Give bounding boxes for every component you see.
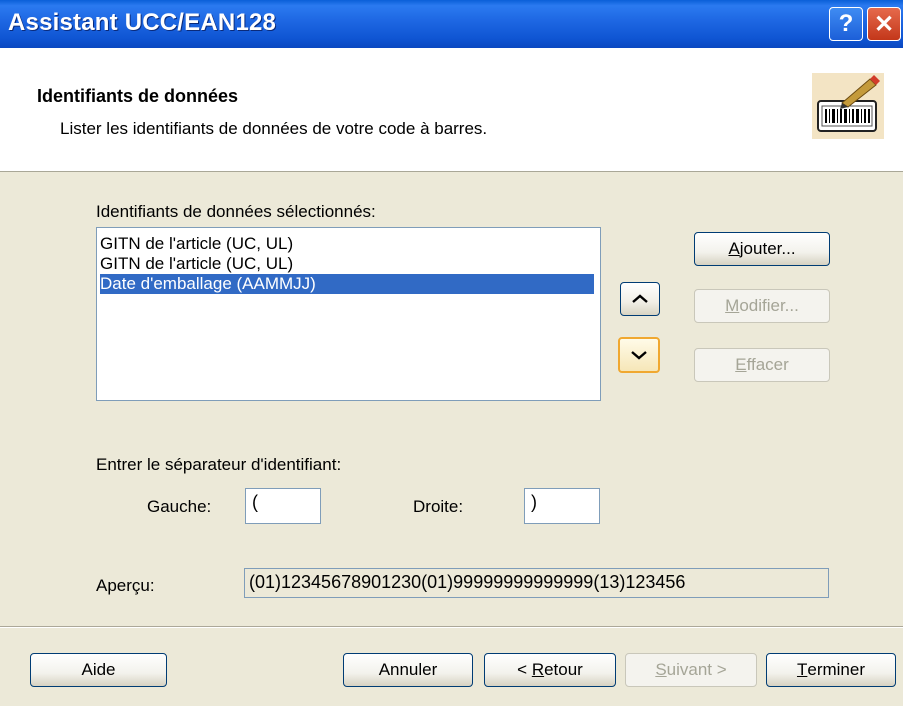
delete-label: ffacer bbox=[746, 355, 789, 374]
help-label: Aide bbox=[81, 660, 116, 679]
left-separator-input[interactable]: ( bbox=[245, 488, 321, 524]
add-label: jouter... bbox=[739, 239, 796, 258]
chevron-down-icon bbox=[631, 351, 647, 360]
separator-label: Entrer le séparateur d'identifiant: bbox=[96, 455, 342, 474]
wizard-header: Identifiants de données Lister les ident… bbox=[0, 48, 903, 172]
footer-divider bbox=[0, 626, 903, 628]
help-button[interactable]: Aide bbox=[30, 653, 167, 687]
help-title-button[interactable]: ? bbox=[829, 7, 863, 41]
back-prefix: < bbox=[517, 660, 532, 679]
back-button[interactable]: < Retour bbox=[484, 653, 616, 687]
barcode-pen-icon bbox=[812, 73, 884, 139]
close-button[interactable]: ✕ bbox=[867, 7, 901, 41]
page-subtitle: Lister les identifiants de données de vo… bbox=[60, 119, 488, 138]
delete-accel: E bbox=[735, 355, 747, 374]
list-item[interactable]: GITN de l'article (UC, UL) bbox=[100, 254, 293, 274]
selected-ids-listbox[interactable]: GITN de l'article (UC, UL) GITN de l'art… bbox=[96, 227, 601, 401]
move-up-button[interactable] bbox=[620, 282, 660, 316]
finish-label: erminer bbox=[807, 660, 865, 679]
cancel-label: Annuler bbox=[378, 660, 438, 679]
back-accel: R bbox=[531, 660, 545, 679]
list-item[interactable]: GITN de l'article (UC, UL) bbox=[100, 234, 293, 254]
wizard-window: Assistant UCC/EAN128 ? ✕ Identifiants de… bbox=[0, 0, 903, 706]
next-label: uivant > bbox=[666, 660, 727, 679]
right-separator-label: Droite: bbox=[413, 497, 464, 516]
chevron-up-icon bbox=[632, 294, 648, 303]
modify-label: odifier... bbox=[739, 296, 799, 315]
modify-accel: M bbox=[725, 296, 740, 315]
page-title: Identifiants de données bbox=[37, 86, 239, 106]
back-label: etour bbox=[544, 660, 583, 679]
add-button[interactable]: Ajouter... bbox=[694, 232, 830, 266]
close-icon: ✕ bbox=[873, 10, 895, 38]
preview-label: Aperçu: bbox=[96, 576, 155, 595]
delete-button[interactable]: Effacer bbox=[694, 348, 830, 382]
add-accel: A bbox=[728, 239, 740, 258]
modify-button[interactable]: Modifier... bbox=[694, 289, 830, 323]
next-accel: S bbox=[655, 660, 667, 679]
cancel-button[interactable]: Annuler bbox=[343, 653, 473, 687]
move-down-button[interactable] bbox=[618, 337, 660, 373]
next-button[interactable]: Suivant > bbox=[625, 653, 757, 687]
list-item-selected[interactable]: Date d'emballage (AAMMJJ) bbox=[100, 274, 594, 294]
help-icon: ? bbox=[838, 10, 854, 37]
right-separator-input[interactable]: ) bbox=[524, 488, 600, 524]
left-separator-label: Gauche: bbox=[147, 497, 212, 516]
preview-field: (01)12345678901230(01)99999999999999(13)… bbox=[244, 568, 829, 598]
title-bar[interactable]: Assistant UCC/EAN128 ? ✕ bbox=[0, 0, 903, 48]
finish-button[interactable]: Terminer bbox=[766, 653, 896, 687]
selected-ids-label: Identifiants de données sélectionnés: bbox=[96, 202, 376, 221]
window-title: Assistant UCC/EAN128 bbox=[8, 9, 277, 36]
finish-accel: T bbox=[796, 660, 808, 679]
